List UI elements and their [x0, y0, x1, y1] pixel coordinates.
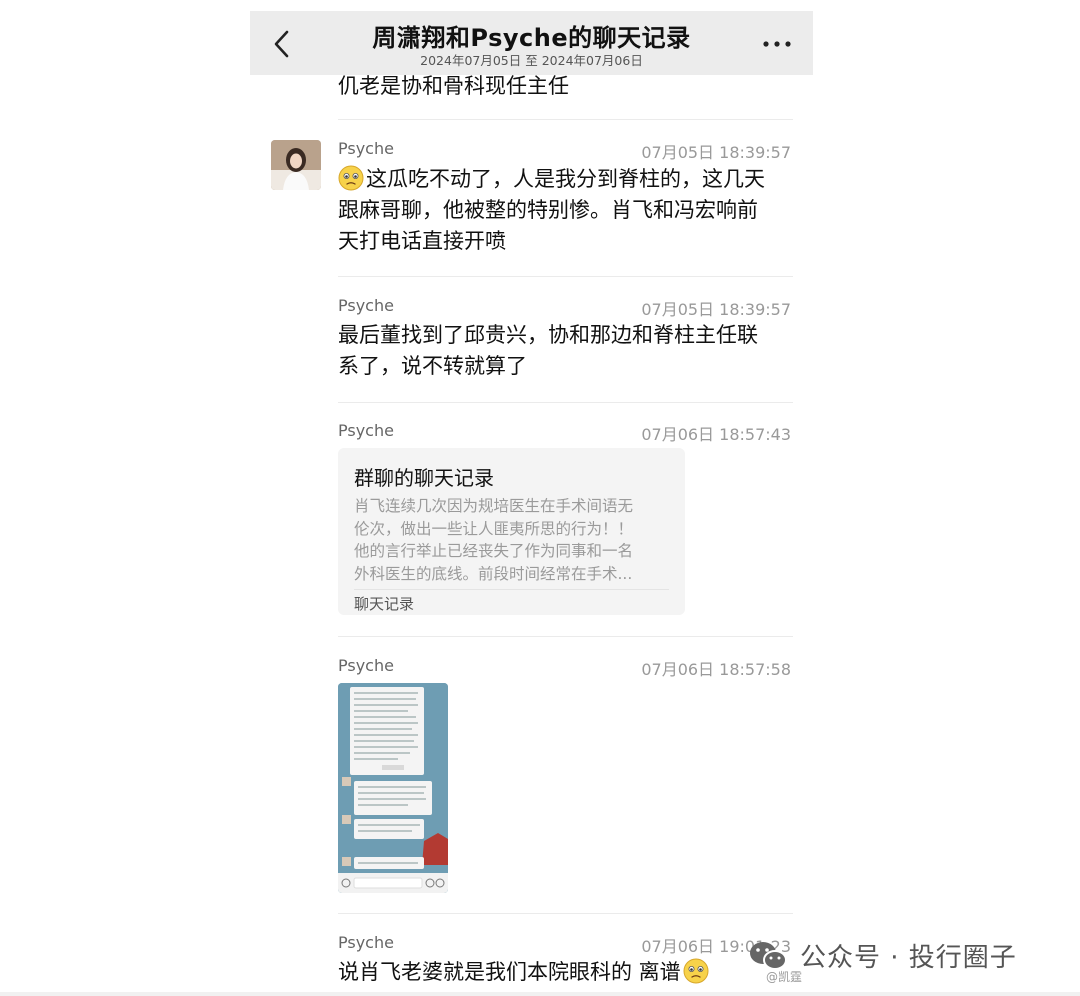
card-title: 群聊的聊天记录: [354, 466, 494, 490]
divider: [338, 636, 793, 637]
avatar-photo: [271, 140, 321, 190]
message-text: 最后董找到了邱贵兴，协和那边和脊柱主任联 系了，说不转就算了: [338, 320, 796, 382]
message-line: 跟麻哥聊，他被整的特别惨。肖飞和冯宏响前: [338, 198, 758, 222]
message-line: 这瓜吃不动了，人是我分到脊柱的，这几天: [366, 167, 765, 191]
message-text: 说肖飞老婆就是我们本院眼科的 离谱: [338, 957, 796, 988]
card-divider: [354, 589, 669, 590]
divider: [338, 119, 793, 120]
avatar[interactable]: [271, 140, 321, 190]
page-title: 周潇翔和Psyche的聊天记录: [372, 24, 691, 52]
card-preview-line: 伦次，做出一些让人匪夷所思的行为！！: [354, 519, 634, 538]
divider: [338, 276, 793, 277]
card-footer: 聊天记录: [354, 595, 415, 613]
message-line: 系了，说不转就算了: [338, 354, 527, 378]
card-preview-line: 他的言行举止已经丧失了作为同事和一名: [354, 542, 634, 560]
card-preview-line: 外科医生的底线。前段时间经常在手术...: [354, 564, 633, 583]
worried-face-emoji: [338, 165, 364, 191]
message-time: 07月05日 18:39:57: [641, 143, 791, 162]
thumbnail-graphic: [338, 683, 448, 893]
divider: [338, 402, 793, 403]
card-preview-line: 肖飞连续几次因为规培医生在手术间语无: [354, 497, 634, 515]
worried-face-emoji: [683, 958, 709, 984]
message-time: 07月05日 18:39:57: [641, 300, 791, 319]
watermark-text: 公众号 · 投行圈子: [800, 943, 1017, 973]
message-line: 说肖飞老婆就是我们本院眼科的 离谱: [338, 960, 681, 984]
message-time: 07月06日 18:57:58: [641, 660, 791, 679]
message-time: 07月06日 18:57:43: [641, 425, 791, 444]
message-text: 仉老是协和骨科现任主任: [338, 74, 569, 98]
bottom-bar: [0, 992, 1080, 996]
date-range: 2024年07月05日 至 2024年07月06日: [420, 53, 643, 68]
sender-name: Psyche: [338, 139, 394, 158]
message-line: 最后董找到了邱贵兴，协和那边和脊柱主任联: [338, 323, 758, 347]
sender-name: Psyche: [338, 933, 394, 952]
chat-record-card[interactable]: 群聊的聊天记录 肖飞连续几次因为规培医生在手术间语无 伦次，做出一些让人匪夷所思…: [338, 448, 685, 615]
chat-screenshot-thumbnail[interactable]: [338, 683, 448, 893]
card-preview: 肖飞连续几次因为规培医生在手术间语无 伦次，做出一些让人匪夷所思的行为！！ 他的…: [354, 495, 672, 585]
sender-name: Psyche: [338, 296, 394, 315]
divider: [338, 913, 793, 914]
message-text: 这瓜吃不动了，人是我分到脊柱的，这几天 跟麻哥聊，他被整的特别惨。肖飞和冯宏响前…: [338, 164, 796, 257]
ellipsis-icon[interactable]: [762, 37, 792, 51]
sender-name: Psyche: [338, 656, 394, 675]
sender-name: Psyche: [338, 421, 394, 440]
watermark-handle: @凯霆: [766, 970, 803, 984]
message-line: 天打电话直接开喷: [338, 229, 506, 253]
